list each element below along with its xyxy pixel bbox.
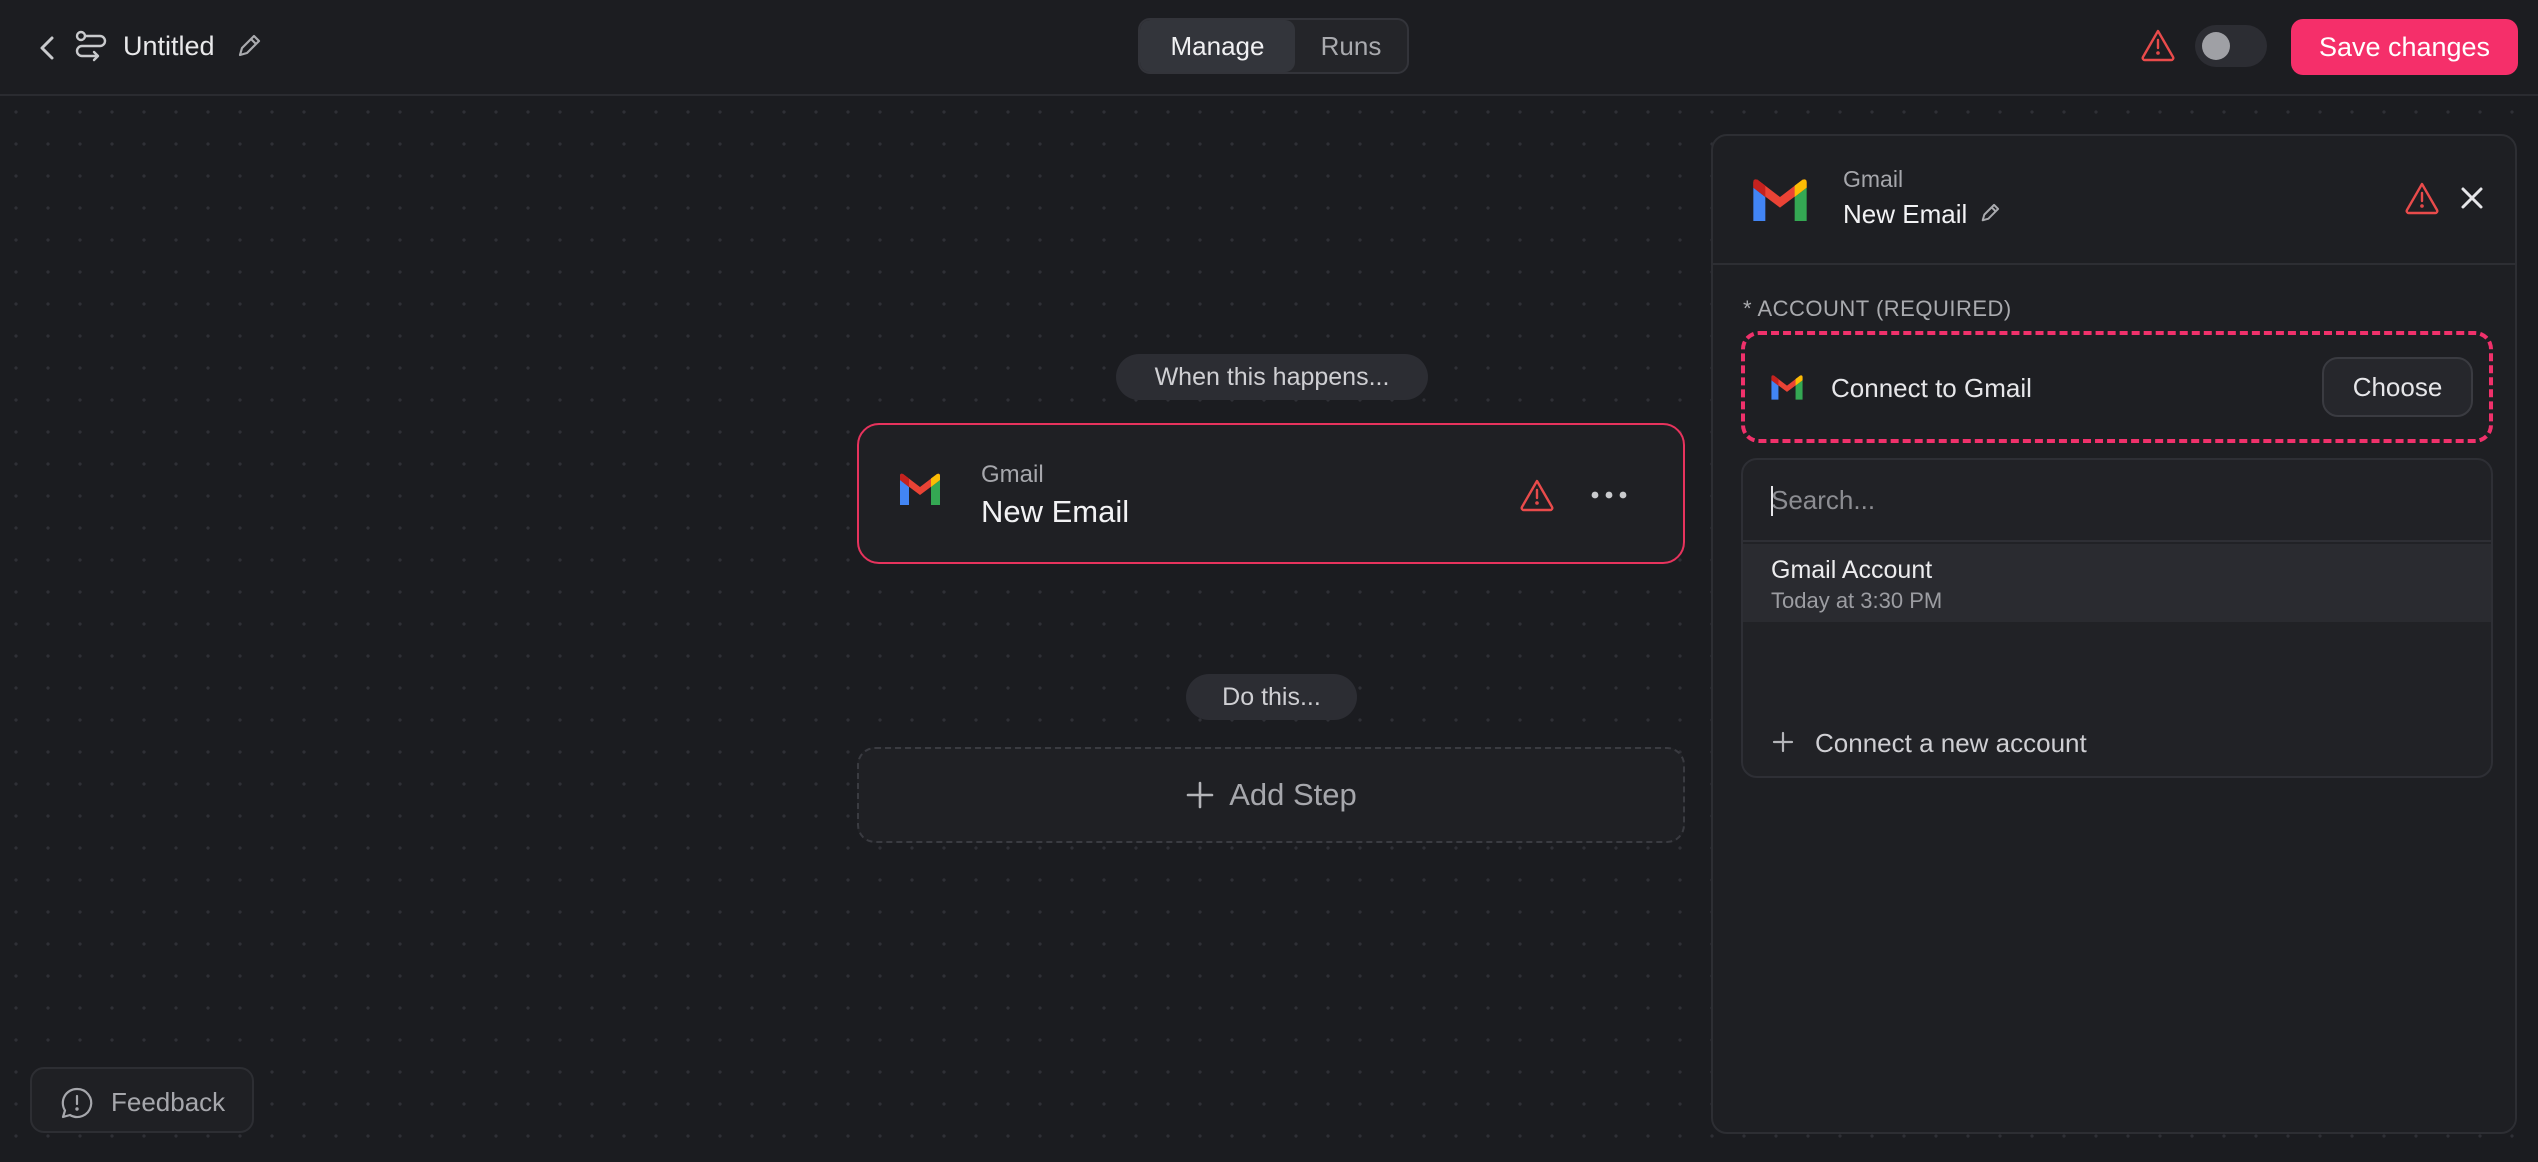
text-cursor (1771, 486, 1773, 516)
pencil-icon[interactable] (1977, 200, 2003, 226)
panel-app-name: Gmail (1843, 166, 1904, 192)
add-step-button[interactable]: Add Step (857, 747, 1685, 843)
back-arrow-icon[interactable] (30, 30, 66, 66)
panel-event-name[interactable]: New Email (1843, 199, 1967, 230)
action-pill: Do this... (1186, 674, 1357, 720)
gmail-icon (1749, 177, 1811, 225)
choose-account-button[interactable]: Choose (2322, 357, 2473, 417)
gmail-icon (897, 472, 943, 508)
account-selector[interactable]: Connect to Gmail Choose (1741, 331, 2493, 443)
account-search-input[interactable] (1743, 460, 2491, 542)
step-event-name: New Email (981, 494, 1130, 529)
warning-icon[interactable] (1519, 477, 1555, 513)
trigger-pill: When this happens... (1116, 354, 1428, 400)
account-timestamp: Today at 3:30 PM (1771, 588, 1943, 613)
plus-icon (1185, 780, 1215, 810)
gmail-icon (1769, 374, 1805, 402)
account-name: Gmail Account (1771, 556, 1933, 584)
enable-toggle[interactable] (2195, 25, 2267, 67)
view-switcher: Manage Runs (1138, 18, 1409, 74)
tab-manage[interactable]: Manage (1140, 20, 1295, 72)
workflow-icon (72, 28, 110, 66)
warning-icon[interactable] (2404, 180, 2440, 216)
panel-header: Gmail New Email (1713, 136, 2515, 265)
add-step-label: Add Step (1229, 777, 1357, 812)
feedback-label: Feedback (111, 1087, 226, 1117)
trigger-step-card[interactable]: Gmail New Email (857, 423, 1685, 564)
connect-to-gmail-label: Connect to Gmail (1831, 373, 2032, 403)
account-option[interactable]: Gmail Account Today at 3:30 PM (1743, 544, 2491, 622)
step-config-panel: Gmail New Email * ACCOUNT (REQUIRED) Con… (1711, 134, 2517, 1134)
top-bar: Untitled Manage Runs Save changes (0, 0, 2538, 96)
account-field-label: * ACCOUNT (REQUIRED) (1743, 296, 2012, 321)
feedback-button[interactable]: Feedback (30, 1067, 254, 1133)
pencil-icon[interactable] (233, 30, 265, 62)
warning-icon[interactable] (2140, 27, 2176, 63)
connect-new-account-label: Connect a new account (1815, 728, 2087, 758)
step-app-name: Gmail (981, 461, 1044, 488)
more-options-icon[interactable] (1584, 477, 1634, 513)
account-dropdown: Gmail Account Today at 3:30 PM Connect a… (1741, 458, 2493, 778)
plus-icon (1771, 730, 1795, 754)
save-changes-button[interactable]: Save changes (2291, 19, 2518, 75)
connect-new-account-button[interactable]: Connect a new account (1743, 720, 2491, 768)
chat-icon (60, 1086, 94, 1120)
toggle-knob (2202, 32, 2230, 60)
tab-runs[interactable]: Runs (1295, 20, 1407, 72)
page-title[interactable]: Untitled (123, 28, 215, 64)
close-icon[interactable] (2454, 180, 2490, 216)
